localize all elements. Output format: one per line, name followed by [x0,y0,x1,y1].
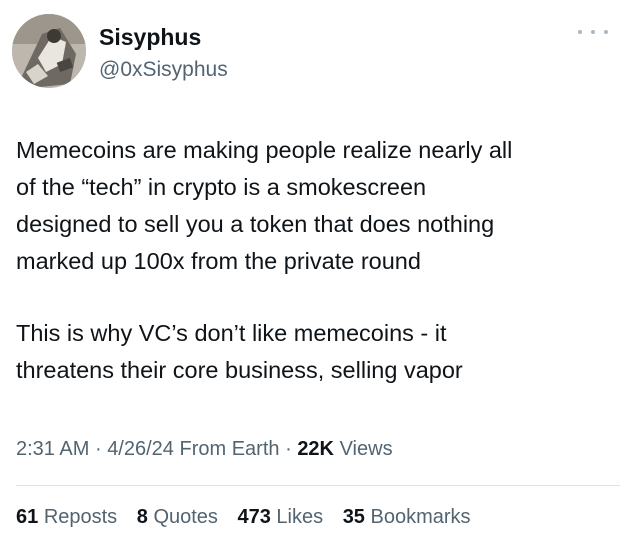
tweet-text: Memecoins are making people realize near… [16,132,606,389]
dot [591,30,595,34]
avatar[interactable] [12,14,86,88]
likes-count: 473 [237,506,271,528]
tweet-date[interactable]: 4/26/24 [107,438,174,460]
meta-separator: · [94,438,102,460]
tweet-meta: 2:31 AM · 4/26/24 From Earth · 22K Views [16,438,393,461]
views-label[interactable]: Views [340,438,393,460]
likes-stat[interactable]: 473 Likes [237,506,323,528]
views-count[interactable]: 22K [297,438,334,460]
ellipsis-icon[interactable] [578,24,608,40]
bookmarks-count: 35 [342,506,365,528]
tweet-card: Sisyphus @0xSisyphus Memecoins are makin… [0,0,620,551]
meta-separator: · [285,438,292,460]
tweet-time[interactable]: 2:31 AM [16,438,89,460]
quotes-stat[interactable]: 8 Quotes [137,506,218,528]
reposts-count: 61 [16,506,39,528]
quotes-count: 8 [136,506,148,528]
author-handle[interactable]: @0xSisyphus [99,58,228,82]
dot [604,30,608,34]
reposts-stat[interactable]: 61 Reposts [16,506,117,528]
divider [16,485,620,486]
bookmarks-label: Bookmarks [370,506,471,528]
dot [578,30,582,34]
engagement-stats: 61 Reposts 8 Quotes 473 Likes 35 Bookmar… [16,506,485,529]
tweet-paragraph: Memecoins are making people realize near… [16,137,513,274]
quotes-label: Quotes [153,506,218,528]
reposts-label: Reposts [43,506,118,528]
tweet-paragraph: This is why VC’s don’t like memecoins - … [16,320,463,383]
author-name[interactable]: Sisyphus [99,24,201,51]
avatar-image [12,14,86,88]
bookmarks-stat[interactable]: 35 Bookmarks [343,506,471,528]
tweet-source: From Earth [179,438,280,460]
likes-label: Likes [276,506,324,528]
